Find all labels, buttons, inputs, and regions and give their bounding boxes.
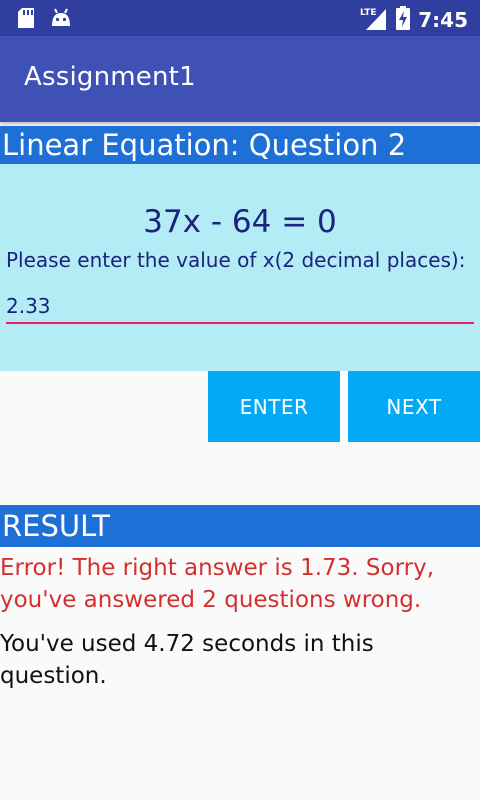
android-icon xyxy=(50,8,72,32)
app-bar: Assignment1 xyxy=(0,36,480,122)
next-button[interactable]: NEXT xyxy=(348,371,480,442)
signal-icon: LTE xyxy=(360,6,388,34)
error-message: Error! The right answer is 1.73. Sorry, … xyxy=(0,555,435,613)
status-bar: LTE 7:45 xyxy=(0,0,480,36)
app-title: Assignment1 xyxy=(24,62,196,92)
result-header: RESULT xyxy=(0,505,480,547)
question-header: Linear Equation: Question 2 xyxy=(0,126,480,164)
status-time: 7:45 xyxy=(418,8,468,32)
answer-input[interactable] xyxy=(6,290,474,324)
question-panel: 37x - 64 = 0 Please enter the value of x… xyxy=(0,164,480,371)
sd-card-icon xyxy=(18,8,34,32)
time-used-message: You've used 4.72 seconds in this questio… xyxy=(0,631,374,689)
battery-charging-icon xyxy=(396,6,411,34)
svg-text:LTE: LTE xyxy=(360,8,377,18)
answer-prompt: Please enter the value of x(2 decimal pl… xyxy=(6,248,466,272)
enter-button[interactable]: ENTER xyxy=(208,371,340,442)
equation-text: 37x - 64 = 0 xyxy=(143,204,337,240)
